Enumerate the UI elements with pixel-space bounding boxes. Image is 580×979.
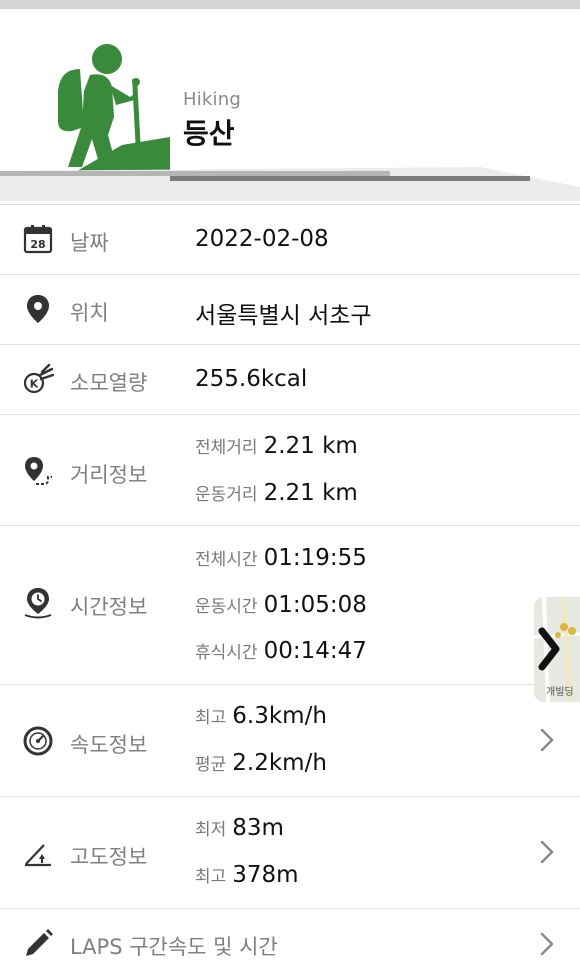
route-pin-icon xyxy=(25,457,52,485)
ground-graphic xyxy=(0,167,580,201)
altitude-label: 고도정보 xyxy=(70,845,148,869)
exercise-time-value: 01:05:08 xyxy=(263,592,367,618)
max-altitude-item: 최고 378m xyxy=(195,862,299,888)
max-speed-item: 최고 6.3km/h xyxy=(195,703,327,729)
speedometer-icon xyxy=(23,726,53,756)
svg-text:28: 28 xyxy=(30,238,45,251)
map-thumbnail-image: 개빌딩 xyxy=(534,597,580,702)
distance-row: 거리정보 전체거리 2.21 km 운동거리 2.21 km xyxy=(0,415,580,526)
avg-speed-value: 2.2km/h xyxy=(232,750,327,776)
exercise-time-item: 운동시간 01:05:08 xyxy=(195,592,367,618)
time-label: 시간정보 xyxy=(70,595,148,619)
total-distance-key: 전체거리 xyxy=(195,438,258,458)
map-thumbnail-button[interactable]: 개빌딩 xyxy=(534,597,580,702)
rest-time-value: 00:14:47 xyxy=(263,638,367,664)
svg-text:개빌딩: 개빌딩 xyxy=(546,686,574,698)
activity-title: 등산 xyxy=(183,117,235,150)
avg-speed-item: 평균 2.2km/h xyxy=(195,750,327,776)
location-value: 서울특별시 서초구 xyxy=(195,303,372,329)
top-bar xyxy=(0,0,580,9)
total-time-value: 01:19:55 xyxy=(263,545,367,571)
max-speed-key: 최고 xyxy=(195,708,227,728)
rest-time-key: 휴식시간 xyxy=(195,643,258,663)
max-speed-value: 6.3km/h xyxy=(232,703,327,729)
exercise-time-key: 운동시간 xyxy=(195,597,258,617)
chevron-right-icon[interactable] xyxy=(538,727,556,753)
map-pin-icon xyxy=(27,295,49,323)
calorie-icon: K xyxy=(23,363,54,394)
date-value: 2022-02-08 xyxy=(195,226,329,252)
min-altitude-item: 최저 83m xyxy=(195,815,284,841)
altitude-row[interactable]: 고도정보 최저 83m 최고 378m xyxy=(0,797,580,909)
total-distance-value: 2.21 km xyxy=(263,433,358,459)
max-altitude-value: 378m xyxy=(232,862,299,888)
activity-detail-list: 28 날짜 2022-02-08 위치 서울특별시 서초구 K 소모열량 255… xyxy=(0,204,580,979)
location-label: 위치 xyxy=(70,301,109,325)
time-row: 시간정보 전체시간 01:19:55 운동시간 01:05:08 휴식시간 00:14… xyxy=(0,526,580,685)
svg-text:K: K xyxy=(30,378,39,391)
exercise-distance-value: 2.21 km xyxy=(263,480,358,506)
location-row: 위치 서울특별시 서초구 xyxy=(0,275,580,345)
calories-row: K 소모열량 255.6kcal xyxy=(0,345,580,415)
total-time-item: 전체시간 01:19:55 xyxy=(195,545,367,571)
speed-label: 속도정보 xyxy=(70,733,148,757)
activity-subtitle: Hiking xyxy=(183,89,241,110)
laps-label: LAPS 구간속도 및 시간 xyxy=(70,935,278,959)
total-distance-item: 전체거리 2.21 km xyxy=(195,433,358,459)
exercise-distance-item: 운동거리 2.21 km xyxy=(195,480,358,506)
min-altitude-value: 83m xyxy=(232,815,284,841)
chevron-right-icon[interactable] xyxy=(538,931,556,957)
calories-value: 255.6kcal xyxy=(195,366,308,392)
calories-label: 소모열량 xyxy=(70,371,148,395)
total-time-key: 전체시간 xyxy=(195,550,258,570)
altitude-icon xyxy=(25,844,51,867)
date-row: 28 날짜 2022-02-08 xyxy=(0,205,580,275)
date-label: 날짜 xyxy=(70,231,109,255)
activity-header: Hiking 등산 xyxy=(0,9,580,201)
laps-row[interactable]: LAPS 구간속도 및 시간 xyxy=(0,909,580,979)
pencil-icon xyxy=(26,929,53,956)
rest-time-item: 휴식시간 00:14:47 xyxy=(195,638,367,664)
max-altitude-key: 최고 xyxy=(195,867,227,887)
avg-speed-key: 평균 xyxy=(195,755,227,775)
min-altitude-key: 최저 xyxy=(195,820,227,840)
distance-label: 거리정보 xyxy=(70,463,148,487)
chevron-right-icon[interactable] xyxy=(538,839,556,865)
speed-row[interactable]: 속도정보 최고 6.3km/h 평균 2.2km/h xyxy=(0,685,580,797)
exercise-distance-key: 운동거리 xyxy=(195,485,258,505)
calendar-icon: 28 xyxy=(23,225,53,254)
clock-pin-icon xyxy=(24,588,52,619)
